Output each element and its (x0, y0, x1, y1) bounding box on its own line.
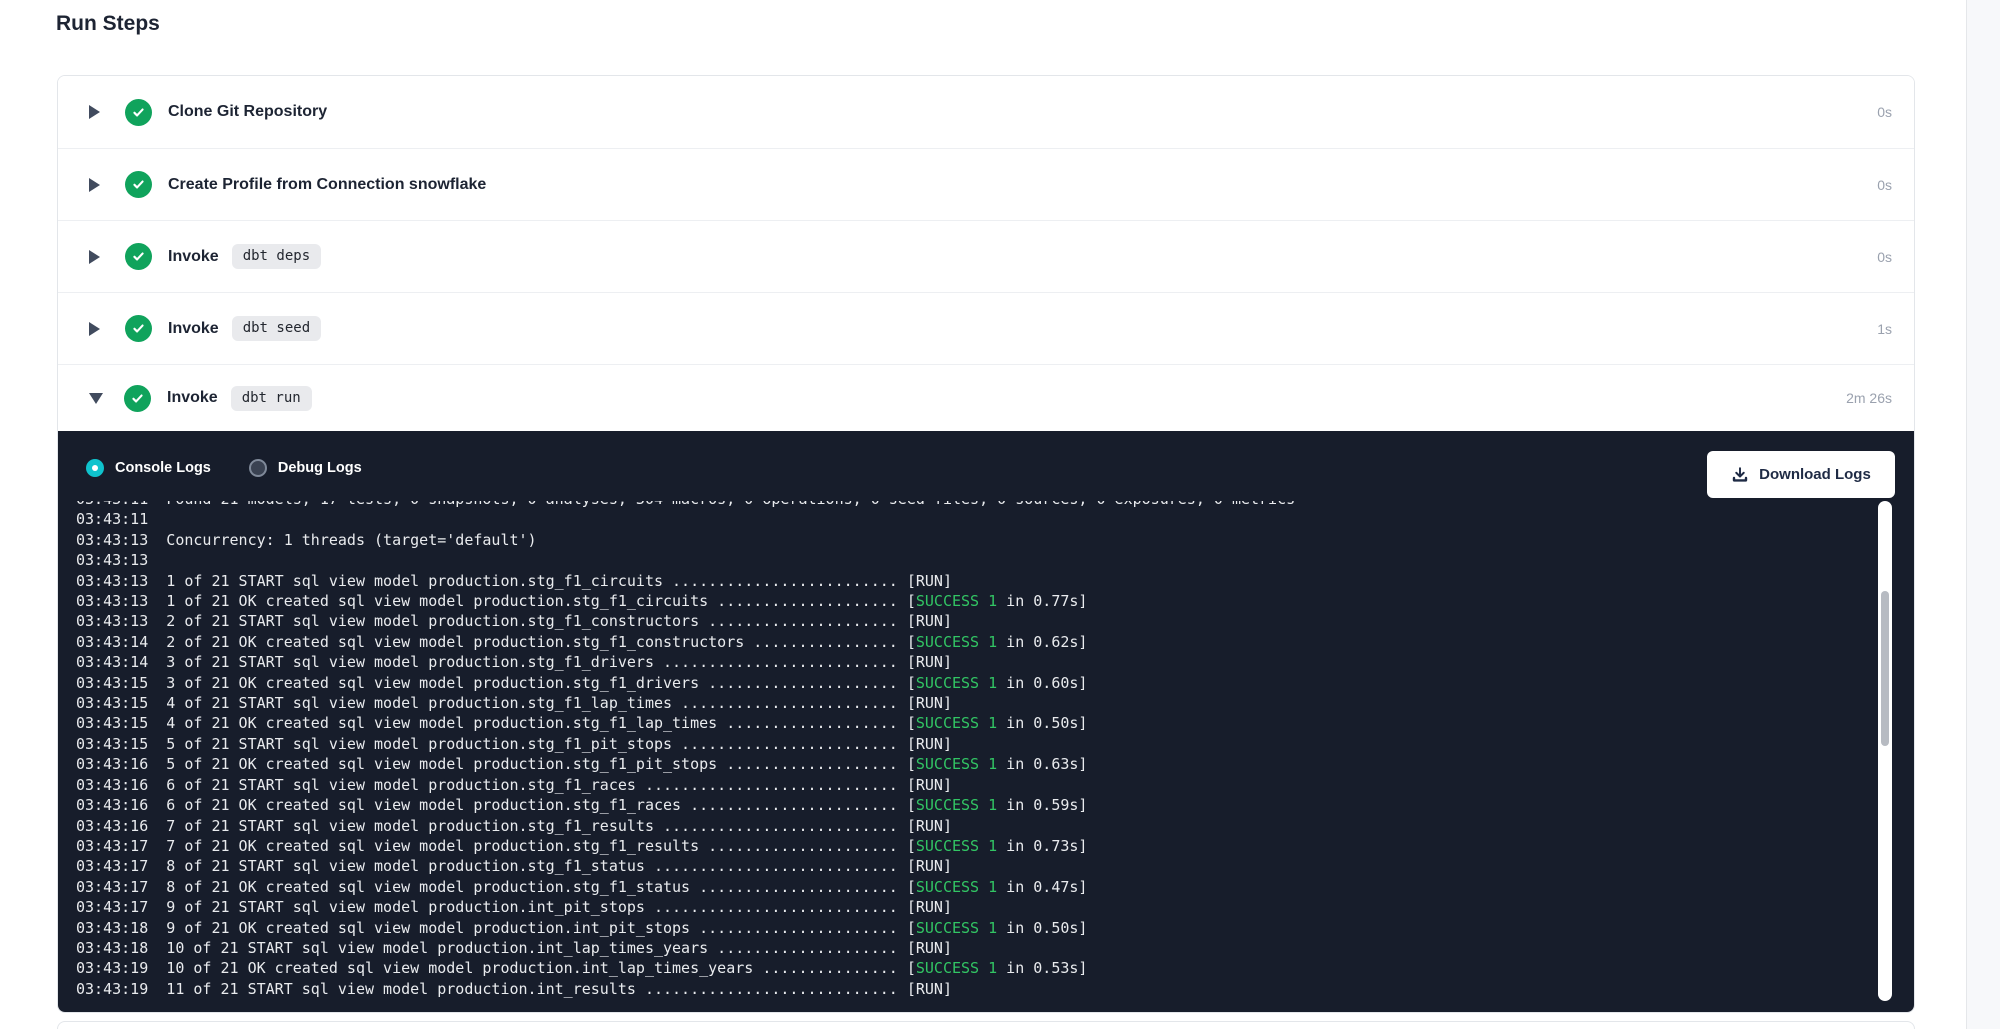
log-line: 03:43:17 8 of 21 START sql view model pr… (76, 856, 1868, 876)
log-line: 03:43:15 3 of 21 OK created sql view mod… (76, 673, 1868, 693)
step-duration: 0s (1877, 104, 1892, 120)
download-logs-label: Download Logs (1759, 466, 1871, 483)
log-tabs: Console Logs Debug Logs (86, 459, 362, 477)
log-line: 03:43:19 11 of 21 START sql view model p… (76, 979, 1868, 999)
step-duration: 2m 26s (1846, 390, 1892, 406)
log-line: 03:43:17 9 of 21 START sql view model pr… (76, 897, 1868, 917)
log-line: 03:43:11 Found 21 models, 17 tests, 0 sn… (76, 501, 1868, 509)
log-scrollbar-track[interactable] (1878, 501, 1892, 1001)
console-log[interactable]: 03:43:11 Found 21 models, 17 tests, 0 sn… (76, 501, 1868, 1013)
download-icon (1731, 466, 1749, 484)
log-line: 03:43:13 1 of 21 OK created sql view mod… (76, 591, 1868, 611)
log-line: 03:43:13 Concurrency: 1 threads (target=… (76, 530, 1868, 550)
log-line: 03:43:16 5 of 21 OK created sql view mod… (76, 754, 1868, 774)
success-check-icon (125, 171, 152, 198)
log-line: 03:43:16 7 of 21 START sql view model pr… (76, 816, 1868, 836)
log-tab[interactable]: Debug Logs (249, 459, 362, 477)
page-background-strip (1966, 0, 2000, 1029)
command-badge: dbt run (231, 386, 312, 411)
radio-selected-icon[interactable] (86, 459, 104, 477)
log-line: 03:43:18 9 of 21 OK created sql view mod… (76, 918, 1868, 938)
chevron-right-icon[interactable] (89, 322, 100, 336)
log-tab-label: Console Logs (115, 460, 211, 476)
page-title: Run Steps (56, 12, 160, 36)
log-scrollbar-thumb[interactable] (1881, 591, 1889, 746)
log-line: 03:43:15 5 of 21 START sql view model pr… (76, 734, 1868, 754)
step-label: Invoke (168, 248, 219, 266)
log-tab-label: Debug Logs (278, 460, 362, 476)
log-line: 03:43:16 6 of 21 START sql view model pr… (76, 775, 1868, 795)
step-duration: 0s (1877, 249, 1892, 265)
step-duration: 1s (1877, 321, 1892, 337)
log-line: 03:43:19 10 of 21 OK created sql view mo… (76, 958, 1868, 978)
step-duration: 0s (1877, 177, 1892, 193)
chevron-right-icon[interactable] (89, 105, 100, 119)
log-line: 03:43:14 3 of 21 START sql view model pr… (76, 652, 1868, 672)
log-line: 03:43:16 6 of 21 OK created sql view mod… (76, 795, 1868, 815)
log-line: 03:43:13 2 of 21 START sql view model pr… (76, 611, 1868, 631)
console-log-lines: 03:43:11 Found 21 models, 17 tests, 0 sn… (76, 501, 1868, 999)
command-badge: dbt seed (232, 316, 321, 341)
step-row-invoke-dbt-seed[interactable]: Invoke dbt seed 1s (58, 292, 1914, 364)
log-line: 03:43:11 (76, 509, 1868, 529)
radio-unselected-icon[interactable] (249, 459, 267, 477)
log-line: 03:43:17 8 of 21 OK created sql view mod… (76, 877, 1868, 897)
step-label: Invoke (168, 320, 219, 338)
log-panel: Console Logs Debug Logs Download Logs 03… (58, 431, 1914, 1013)
log-tab[interactable]: Console Logs (86, 459, 211, 477)
next-step-card-edge (57, 1021, 1915, 1029)
run-steps-page: Run Steps Clone Git Repository 0s Create… (0, 0, 2000, 1029)
success-check-icon (124, 385, 151, 412)
step-row-invoke-dbt-deps[interactable]: Invoke dbt deps 0s (58, 220, 1914, 292)
success-check-icon (125, 243, 152, 270)
log-line: 03:43:13 1 of 21 START sql view model pr… (76, 571, 1868, 591)
step-label: Invoke (167, 389, 218, 407)
command-badge: dbt deps (232, 244, 321, 269)
log-line: 03:43:18 10 of 21 START sql view model p… (76, 938, 1868, 958)
success-check-icon (125, 315, 152, 342)
log-line: 03:43:13 (76, 550, 1868, 570)
step-row-create-profile[interactable]: Create Profile from Connection snowflake… (58, 148, 1914, 220)
step-label: Clone Git Repository (168, 103, 327, 121)
chevron-right-icon[interactable] (89, 250, 100, 264)
step-row-clone-git-repository[interactable]: Clone Git Repository 0s (58, 76, 1914, 148)
step-label: Create Profile from Connection snowflake (168, 176, 486, 194)
chevron-right-icon[interactable] (89, 178, 100, 192)
download-logs-button[interactable]: Download Logs (1707, 451, 1895, 498)
success-check-icon (125, 99, 152, 126)
chevron-down-icon[interactable] (89, 393, 103, 404)
log-line: 03:43:17 7 of 21 OK created sql view mod… (76, 836, 1868, 856)
log-line: 03:43:14 2 of 21 OK created sql view mod… (76, 632, 1868, 652)
step-row-invoke-dbt-run[interactable]: Invoke dbt run 2m 26s (58, 364, 1914, 431)
log-line: 03:43:15 4 of 21 OK created sql view mod… (76, 713, 1868, 733)
run-steps-card: Clone Git Repository 0s Create Profile f… (57, 75, 1915, 1013)
log-line: 03:43:15 4 of 21 START sql view model pr… (76, 693, 1868, 713)
